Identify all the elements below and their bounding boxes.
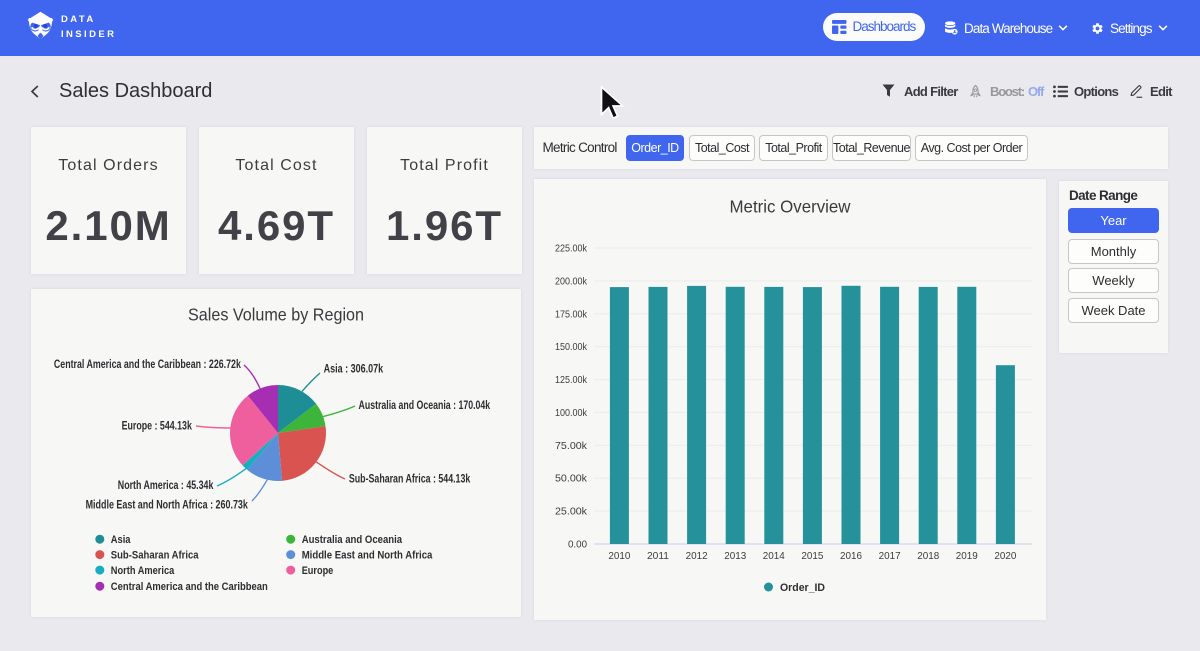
svg-text:2013: 2013 (724, 550, 746, 562)
svg-text:0.00: 0.00 (568, 539, 587, 551)
svg-text:2012: 2012 (686, 550, 708, 562)
svg-text:2014: 2014 (763, 550, 785, 562)
svg-text:100.00k: 100.00k (555, 407, 588, 419)
svg-text:175.00k: 175.00k (555, 308, 588, 320)
svg-text:200.00k: 200.00k (555, 275, 588, 287)
svg-text:Metric Overview: Metric Overview (730, 197, 851, 217)
svg-text:2016: 2016 (840, 550, 862, 562)
svg-text:North America: North America (111, 565, 175, 577)
svg-text:50.00k: 50.00k (555, 473, 588, 485)
svg-text:2019: 2019 (956, 550, 978, 562)
svg-text:Central America and the Caribb: Central America and the Caribbean : 226.… (54, 359, 241, 371)
svg-text:2017: 2017 (879, 550, 901, 562)
svg-text:Middle East and North Africa :: Middle East and North Africa : 260.73k (86, 499, 249, 511)
svg-text:Order_ID: Order_ID (780, 582, 825, 594)
svg-text:Europe : 544.13k: Europe : 544.13k (122, 420, 193, 432)
svg-text:Sales Volume by Region: Sales Volume by Region (188, 305, 364, 325)
svg-text:Australia and Oceania : 170.04: Australia and Oceania : 170.04k (359, 400, 491, 412)
svg-text:Middle East and North Africa: Middle East and North Africa (302, 550, 433, 562)
svg-text:225.00k: 225.00k (555, 243, 588, 255)
svg-text:Australia and Oceania: Australia and Oceania (302, 534, 403, 546)
svg-text:Asia : 306.07k: Asia : 306.07k (324, 364, 384, 376)
svg-text:2015: 2015 (801, 550, 823, 562)
svg-text:2011: 2011 (647, 550, 669, 562)
svg-text:150.00k: 150.00k (555, 341, 588, 353)
svg-text:North America : 45.34k: North America : 45.34k (118, 480, 214, 492)
svg-text:2010: 2010 (608, 550, 630, 562)
svg-text:2018: 2018 (917, 550, 939, 562)
svg-text:Europe: Europe (302, 565, 334, 577)
svg-text:Sub-Saharan Africa: Sub-Saharan Africa (111, 550, 200, 562)
svg-text:25.00k: 25.00k (555, 506, 588, 518)
svg-text:75.00k: 75.00k (555, 440, 588, 452)
svg-text:Central America and the Caribb: Central America and the Caribbean (111, 581, 268, 593)
svg-text:Sub-Saharan Africa : 544.13k: Sub-Saharan Africa : 544.13k (349, 474, 471, 486)
svg-text:125.00k: 125.00k (555, 374, 588, 386)
svg-text:2020: 2020 (994, 550, 1016, 562)
svg-text:Asia: Asia (111, 534, 131, 546)
